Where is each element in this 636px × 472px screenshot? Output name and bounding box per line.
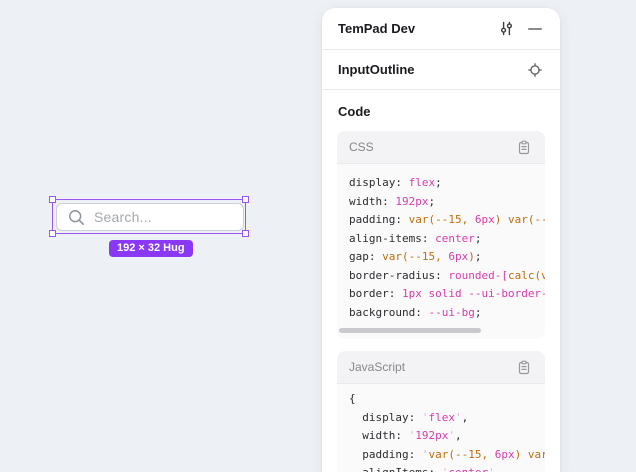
css-block-header: CSS: [337, 131, 545, 164]
css-block-label: CSS: [349, 140, 513, 154]
code-section-heading: Code: [338, 104, 544, 119]
css-code: display: flex;width: 192px;padding: var(…: [337, 164, 545, 322]
minimize-icon[interactable]: [524, 18, 546, 40]
javascript-code-block: JavaScript { display: 'flex', width: '19…: [337, 351, 545, 472]
selection-handle-bottom-right[interactable]: [242, 230, 249, 237]
selected-node-row: InputOutline: [322, 50, 560, 90]
panel-title: TemPad Dev: [338, 21, 495, 36]
selection-handle-top-right[interactable]: [242, 196, 249, 203]
javascript-code-area: { display: 'flex', width: '192px', paddi…: [337, 384, 545, 472]
copy-icon[interactable]: [513, 136, 535, 158]
locate-crosshair-icon[interactable]: [524, 59, 546, 81]
selection-handle-bottom-left[interactable]: [49, 230, 56, 237]
javascript-code: { display: 'flex', width: '192px', paddi…: [337, 384, 545, 472]
search-input-component[interactable]: Search...: [56, 203, 244, 231]
horizontal-scrollbar: [337, 328, 545, 333]
search-icon: [68, 209, 85, 226]
selection-handle-top-left[interactable]: [49, 196, 56, 203]
selected-node-name: InputOutline: [338, 62, 524, 77]
css-code-block: CSS display: flex;width: 192px;padding: …: [337, 131, 545, 339]
figma-canvas: Search... 192 × 32 Hug TemPad Dev: [0, 0, 636, 472]
sliders-icon[interactable]: [495, 18, 517, 40]
search-placeholder: Search...: [94, 209, 152, 225]
panel-header: TemPad Dev: [322, 8, 560, 50]
dimension-badge: 192 × 32 Hug: [109, 240, 193, 257]
copy-icon[interactable]: [513, 356, 535, 378]
tempad-dev-panel: TemPad Dev InputOutline: [322, 8, 560, 472]
scrollbar-thumb[interactable]: [339, 328, 481, 333]
css-code-area: display: flex;width: 192px;padding: var(…: [337, 164, 545, 339]
javascript-block-label: JavaScript: [349, 360, 513, 374]
javascript-block-header: JavaScript: [337, 351, 545, 384]
